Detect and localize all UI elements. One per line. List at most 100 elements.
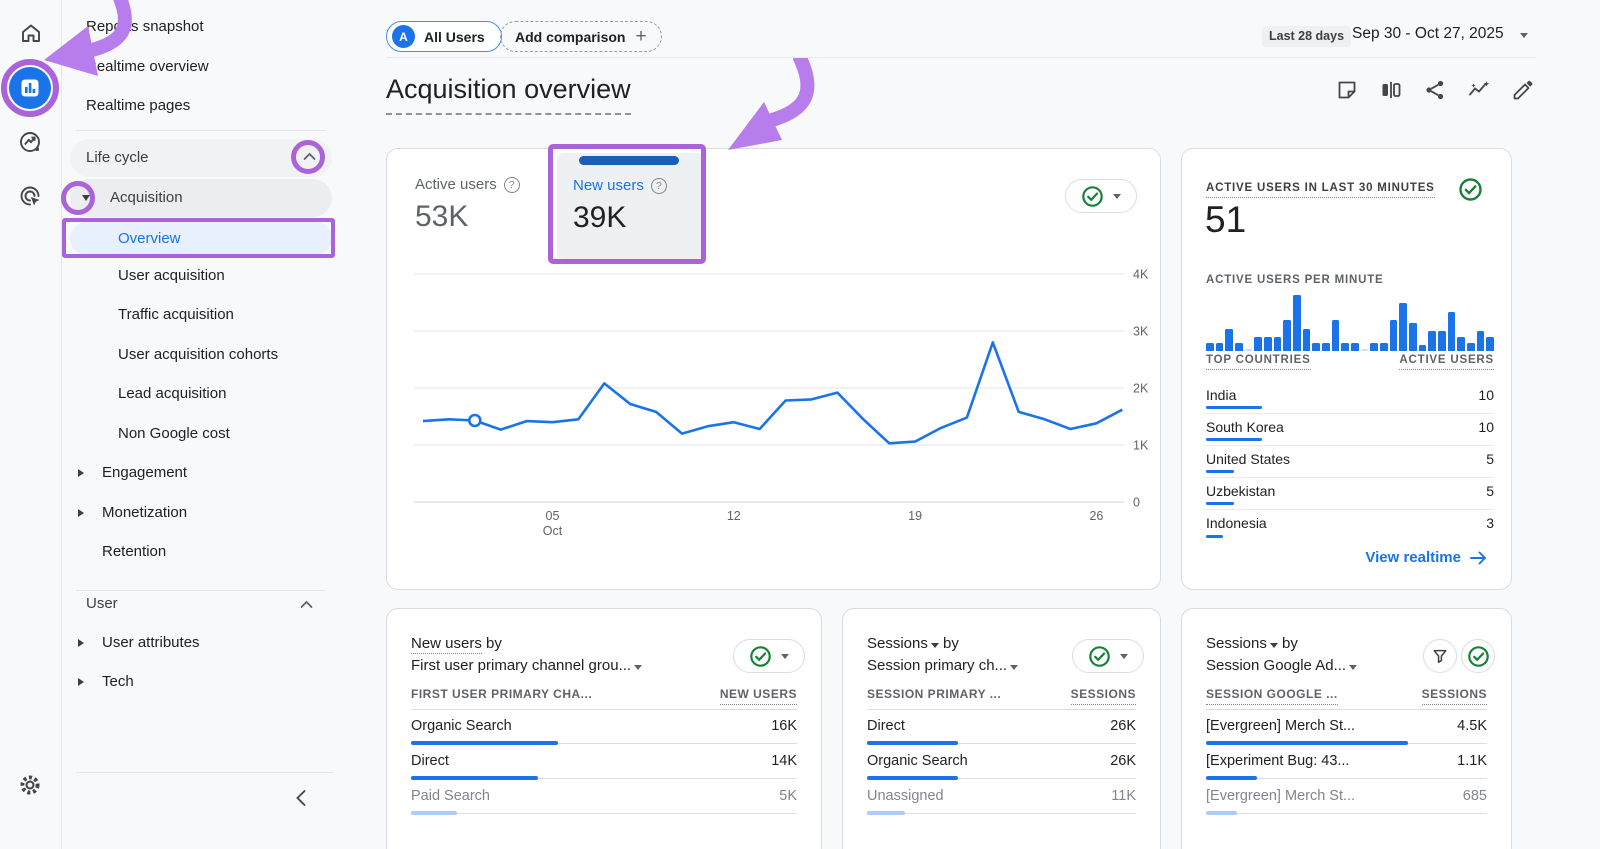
sidebar-item-label: Engagement — [102, 464, 187, 481]
dimension-selector[interactable]: Session primary ch... — [867, 655, 1018, 677]
page-title: Acquisition overview — [386, 74, 631, 115]
minute-bar — [1351, 343, 1359, 351]
filter-button[interactable] — [1423, 639, 1457, 673]
sidebar-item-realtime-overview[interactable]: Realtime overview — [86, 54, 209, 80]
minute-bar — [1283, 320, 1291, 351]
check-circle-icon[interactable] — [1458, 177, 1483, 202]
row-name: [Evergreen] Merch St... — [1206, 788, 1355, 804]
svg-text:3K: 3K — [1133, 325, 1149, 339]
explore-icon[interactable] — [18, 130, 42, 154]
metric-label: Active users — [415, 176, 497, 193]
sidebar-item-traffic-acquisition[interactable]: Traffic acquisition — [118, 302, 234, 328]
country-name: South Korea — [1206, 419, 1284, 435]
segment-chip-all-users[interactable]: A All Users — [386, 21, 502, 52]
sidebar-item-realtime-pages[interactable]: Realtime pages — [86, 93, 190, 119]
col-header-dimension[interactable]: SESSION GOOGLE ... — [1206, 687, 1338, 705]
sidebar-item-reports-snapshot[interactable]: Reports snapshot — [86, 14, 204, 40]
by-label: by — [943, 635, 959, 652]
row-name: Unassigned — [867, 788, 944, 804]
edit-icon[interactable] — [1511, 78, 1535, 102]
sidebar-item-engagement[interactable]: Engagement — [102, 460, 187, 486]
data-quality-button[interactable] — [733, 639, 805, 673]
chevron-up-icon[interactable] — [300, 600, 313, 609]
reports-icon[interactable] — [9, 67, 51, 109]
metric-label: New users — [573, 177, 644, 194]
minute-bar — [1341, 343, 1349, 351]
add-comparison-label: Add comparison — [515, 29, 625, 45]
chevron-down-icon[interactable] — [82, 195, 90, 201]
metric-active-users[interactable]: Active users? 53K — [415, 176, 520, 234]
dimension-selector[interactable]: First user primary channel grou... — [411, 655, 642, 677]
minute-bar — [1486, 337, 1494, 351]
sidebar-item-non-google-cost[interactable]: Non Google cost — [118, 421, 230, 447]
data-quality-button[interactable] — [1461, 639, 1495, 673]
app-rail — [0, 0, 62, 849]
section-life-cycle[interactable]: Life cycle — [70, 139, 332, 177]
country-name: United States — [1206, 451, 1290, 467]
col-header-metric[interactable]: SESSIONS — [1071, 687, 1136, 705]
minute-bar — [1274, 337, 1282, 351]
help-icon[interactable]: ? — [651, 178, 667, 194]
advertising-icon[interactable] — [18, 184, 42, 208]
view-realtime-link[interactable]: View realtime — [1365, 549, 1487, 566]
card-metric[interactable]: Sessions — [867, 635, 928, 652]
new-users-by-channel-card: New users by First user primary channel … — [386, 608, 822, 849]
col-header-metric[interactable]: NEW USERS — [720, 687, 797, 705]
metric-value: 39K — [573, 201, 667, 235]
row-name: [Experiment Bug: 43... — [1206, 753, 1349, 769]
chevron-down-icon — [634, 665, 642, 670]
svg-text:4K: 4K — [1133, 268, 1149, 282]
sidebar-item-user-attributes[interactable]: User attributes — [102, 630, 200, 656]
card-metric[interactable]: New users — [411, 635, 482, 654]
sidebar-item-acquisition[interactable]: Acquisition — [70, 179, 332, 217]
country-value: 3 — [1486, 515, 1494, 531]
data-quality-button[interactable] — [1065, 179, 1137, 213]
sidebar-item-tech[interactable]: Tech — [102, 669, 134, 695]
dimension-selector[interactable]: Session Google Ad... — [1206, 655, 1357, 677]
chevron-right-icon — [78, 639, 84, 647]
sidebar-item-retention[interactable]: Retention — [102, 539, 166, 565]
home-icon[interactable] — [19, 21, 43, 45]
col-header-dimension[interactable]: FIRST USER PRIMARY CHA... — [411, 687, 592, 705]
minute-bar — [1409, 323, 1417, 351]
note-icon[interactable] — [1335, 78, 1359, 102]
svg-text:Oct: Oct — [543, 524, 563, 538]
minute-bar — [1245, 349, 1253, 351]
country-bar — [1206, 438, 1262, 441]
realtime-card: ACTIVE USERS IN LAST 30 MINUTES 51 ACTIV… — [1181, 148, 1512, 590]
share-icon[interactable] — [1423, 78, 1447, 102]
minute-bar — [1322, 343, 1330, 351]
sidebar-item-overview[interactable]: Overview — [70, 222, 332, 255]
ab-compare-icon[interactable] — [1379, 78, 1403, 102]
sidebar-item-user-acquisition[interactable]: User acquisition — [118, 263, 225, 289]
sidebar-item-user-acquisition-cohorts[interactable]: User acquisition cohorts — [118, 342, 278, 368]
by-label: by — [1282, 635, 1298, 652]
settings-gear-icon[interactable] — [17, 772, 43, 798]
card-metric[interactable]: Sessions — [1206, 635, 1267, 652]
chevron-down-icon[interactable] — [1520, 33, 1528, 38]
collapse-sidebar-icon[interactable] — [294, 789, 308, 807]
date-range-selector[interactable]: Sep 30 - Oct 27, 2025 — [1352, 25, 1504, 43]
chevron-right-icon — [78, 678, 84, 686]
chevron-up-icon[interactable] — [303, 152, 316, 161]
table-row: [Experiment Bug: 43...1.1K — [1206, 745, 1487, 780]
divider — [76, 772, 334, 773]
col-header-metric[interactable]: SESSIONS — [1422, 687, 1487, 705]
add-comparison-button[interactable]: Add comparison + — [500, 21, 662, 52]
country-name: Indonesia — [1206, 515, 1267, 531]
sidebar-item-monetization[interactable]: Monetization — [102, 500, 187, 526]
check-circle-icon — [749, 645, 772, 668]
chevron-down-icon — [781, 654, 789, 659]
chevron-down-icon — [1120, 654, 1128, 659]
row-name: Organic Search — [411, 718, 512, 734]
insights-icon[interactable] — [1467, 78, 1491, 102]
plus-icon: + — [635, 26, 646, 48]
country-row: Indonesia 3 — [1206, 510, 1494, 542]
minute-bar — [1312, 343, 1320, 351]
col-header-dimension[interactable]: SESSION PRIMARY ... — [867, 687, 1001, 705]
section-user[interactable]: User — [86, 591, 118, 617]
metric-new-users-tab[interactable]: New users? 39K — [557, 153, 703, 259]
sidebar-item-lead-acquisition[interactable]: Lead acquisition — [118, 381, 226, 407]
data-quality-button[interactable] — [1072, 639, 1144, 673]
help-icon[interactable]: ? — [504, 177, 520, 193]
